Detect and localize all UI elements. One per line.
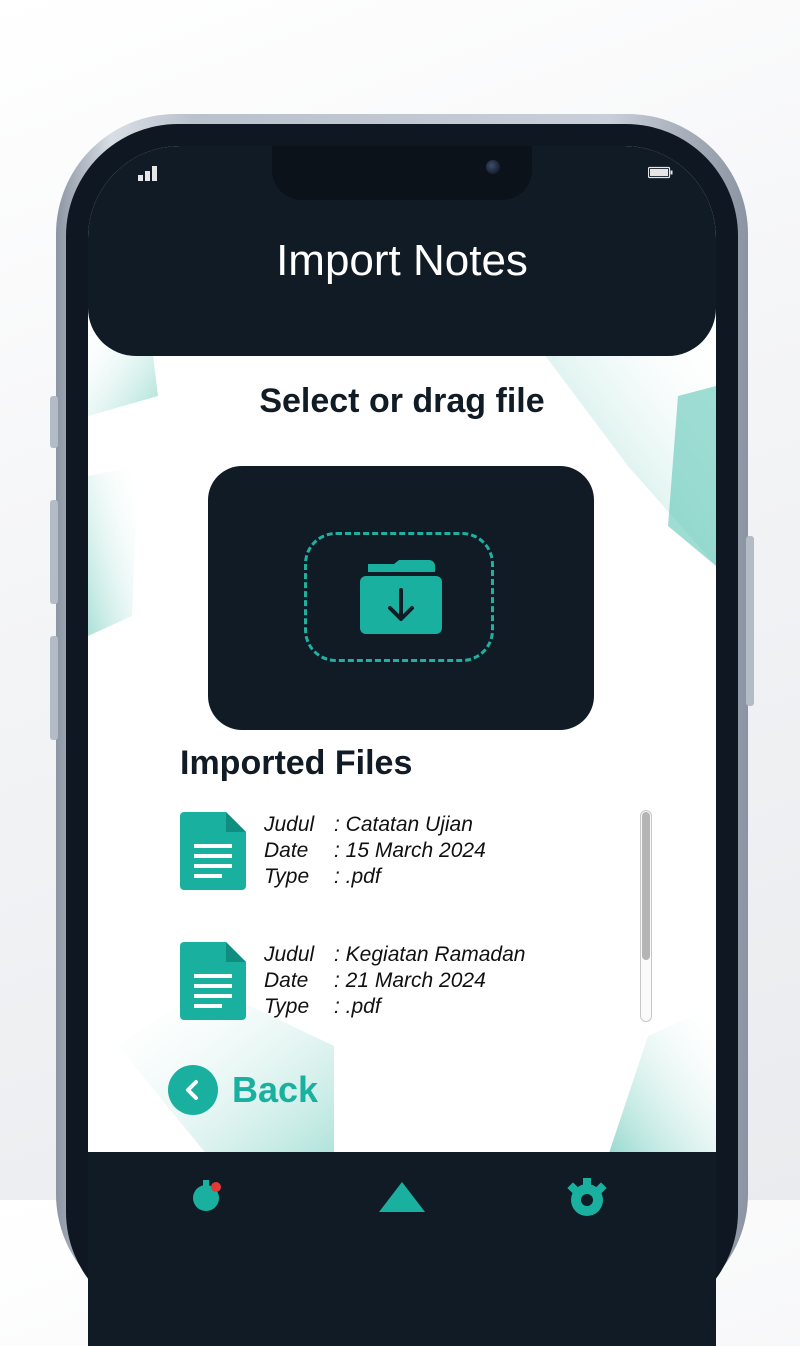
file-meta: Judul : Kegiatan Ramadan Date : 21 March 2… [264, 942, 525, 1020]
notch [272, 146, 532, 200]
app-header: Import Notes [88, 146, 716, 356]
list-item[interactable]: Judul : Catatan Ujian Date : 15 March 2024… [180, 812, 640, 892]
file-meta: Judul : Catatan Ujian Date : 15 March 2024… [264, 812, 486, 890]
battery-icon [648, 166, 673, 179]
file-title: : Catatan Ujian [334, 813, 473, 836]
camera-icon [486, 160, 500, 174]
home-icon[interactable] [377, 1178, 427, 1214]
judul-label: Judul [264, 813, 315, 836]
bottom-navigation [88, 1152, 716, 1346]
document-icon [180, 942, 246, 1020]
gear-icon[interactable] [562, 1176, 612, 1216]
back-label: Back [232, 1069, 319, 1110]
page-title: Import Notes [276, 236, 528, 285]
side-button [50, 396, 58, 448]
imported-files-title: Imported Files [180, 744, 413, 782]
list-item[interactable]: Judul : Kegiatan Ramadan Date : 21 March 2… [180, 942, 640, 1022]
side-button [746, 536, 754, 706]
file-list-scrollbar[interactable] [640, 810, 652, 1022]
chevron-left-icon [168, 1065, 218, 1115]
judul-label: Judul [264, 943, 315, 966]
upload-heading: Select or drag file [259, 382, 545, 420]
file-type: : .pdf [334, 995, 381, 1018]
folder-download-icon [360, 560, 442, 634]
type-label: Type [264, 865, 310, 888]
file-drop-zone[interactable] [208, 466, 594, 730]
signal-icon [138, 166, 157, 181]
file-date: : 21 March 2024 [334, 969, 486, 992]
date-label: Date [264, 839, 309, 862]
file-date: : 15 March 2024 [334, 839, 486, 862]
side-button [50, 500, 58, 604]
file-title: : Kegiatan Ramadan [334, 943, 526, 966]
side-button [50, 636, 58, 740]
date-label: Date [264, 969, 309, 992]
type-label: Type [264, 995, 310, 1018]
app-screen: Import Notes Select or drag file Importe… [88, 146, 716, 1346]
file-type: : .pdf [334, 865, 381, 888]
notification-icon[interactable] [188, 1176, 224, 1212]
scroll-thumb[interactable] [642, 812, 650, 960]
back-button[interactable]: Back [168, 1064, 318, 1116]
document-icon [180, 812, 246, 890]
